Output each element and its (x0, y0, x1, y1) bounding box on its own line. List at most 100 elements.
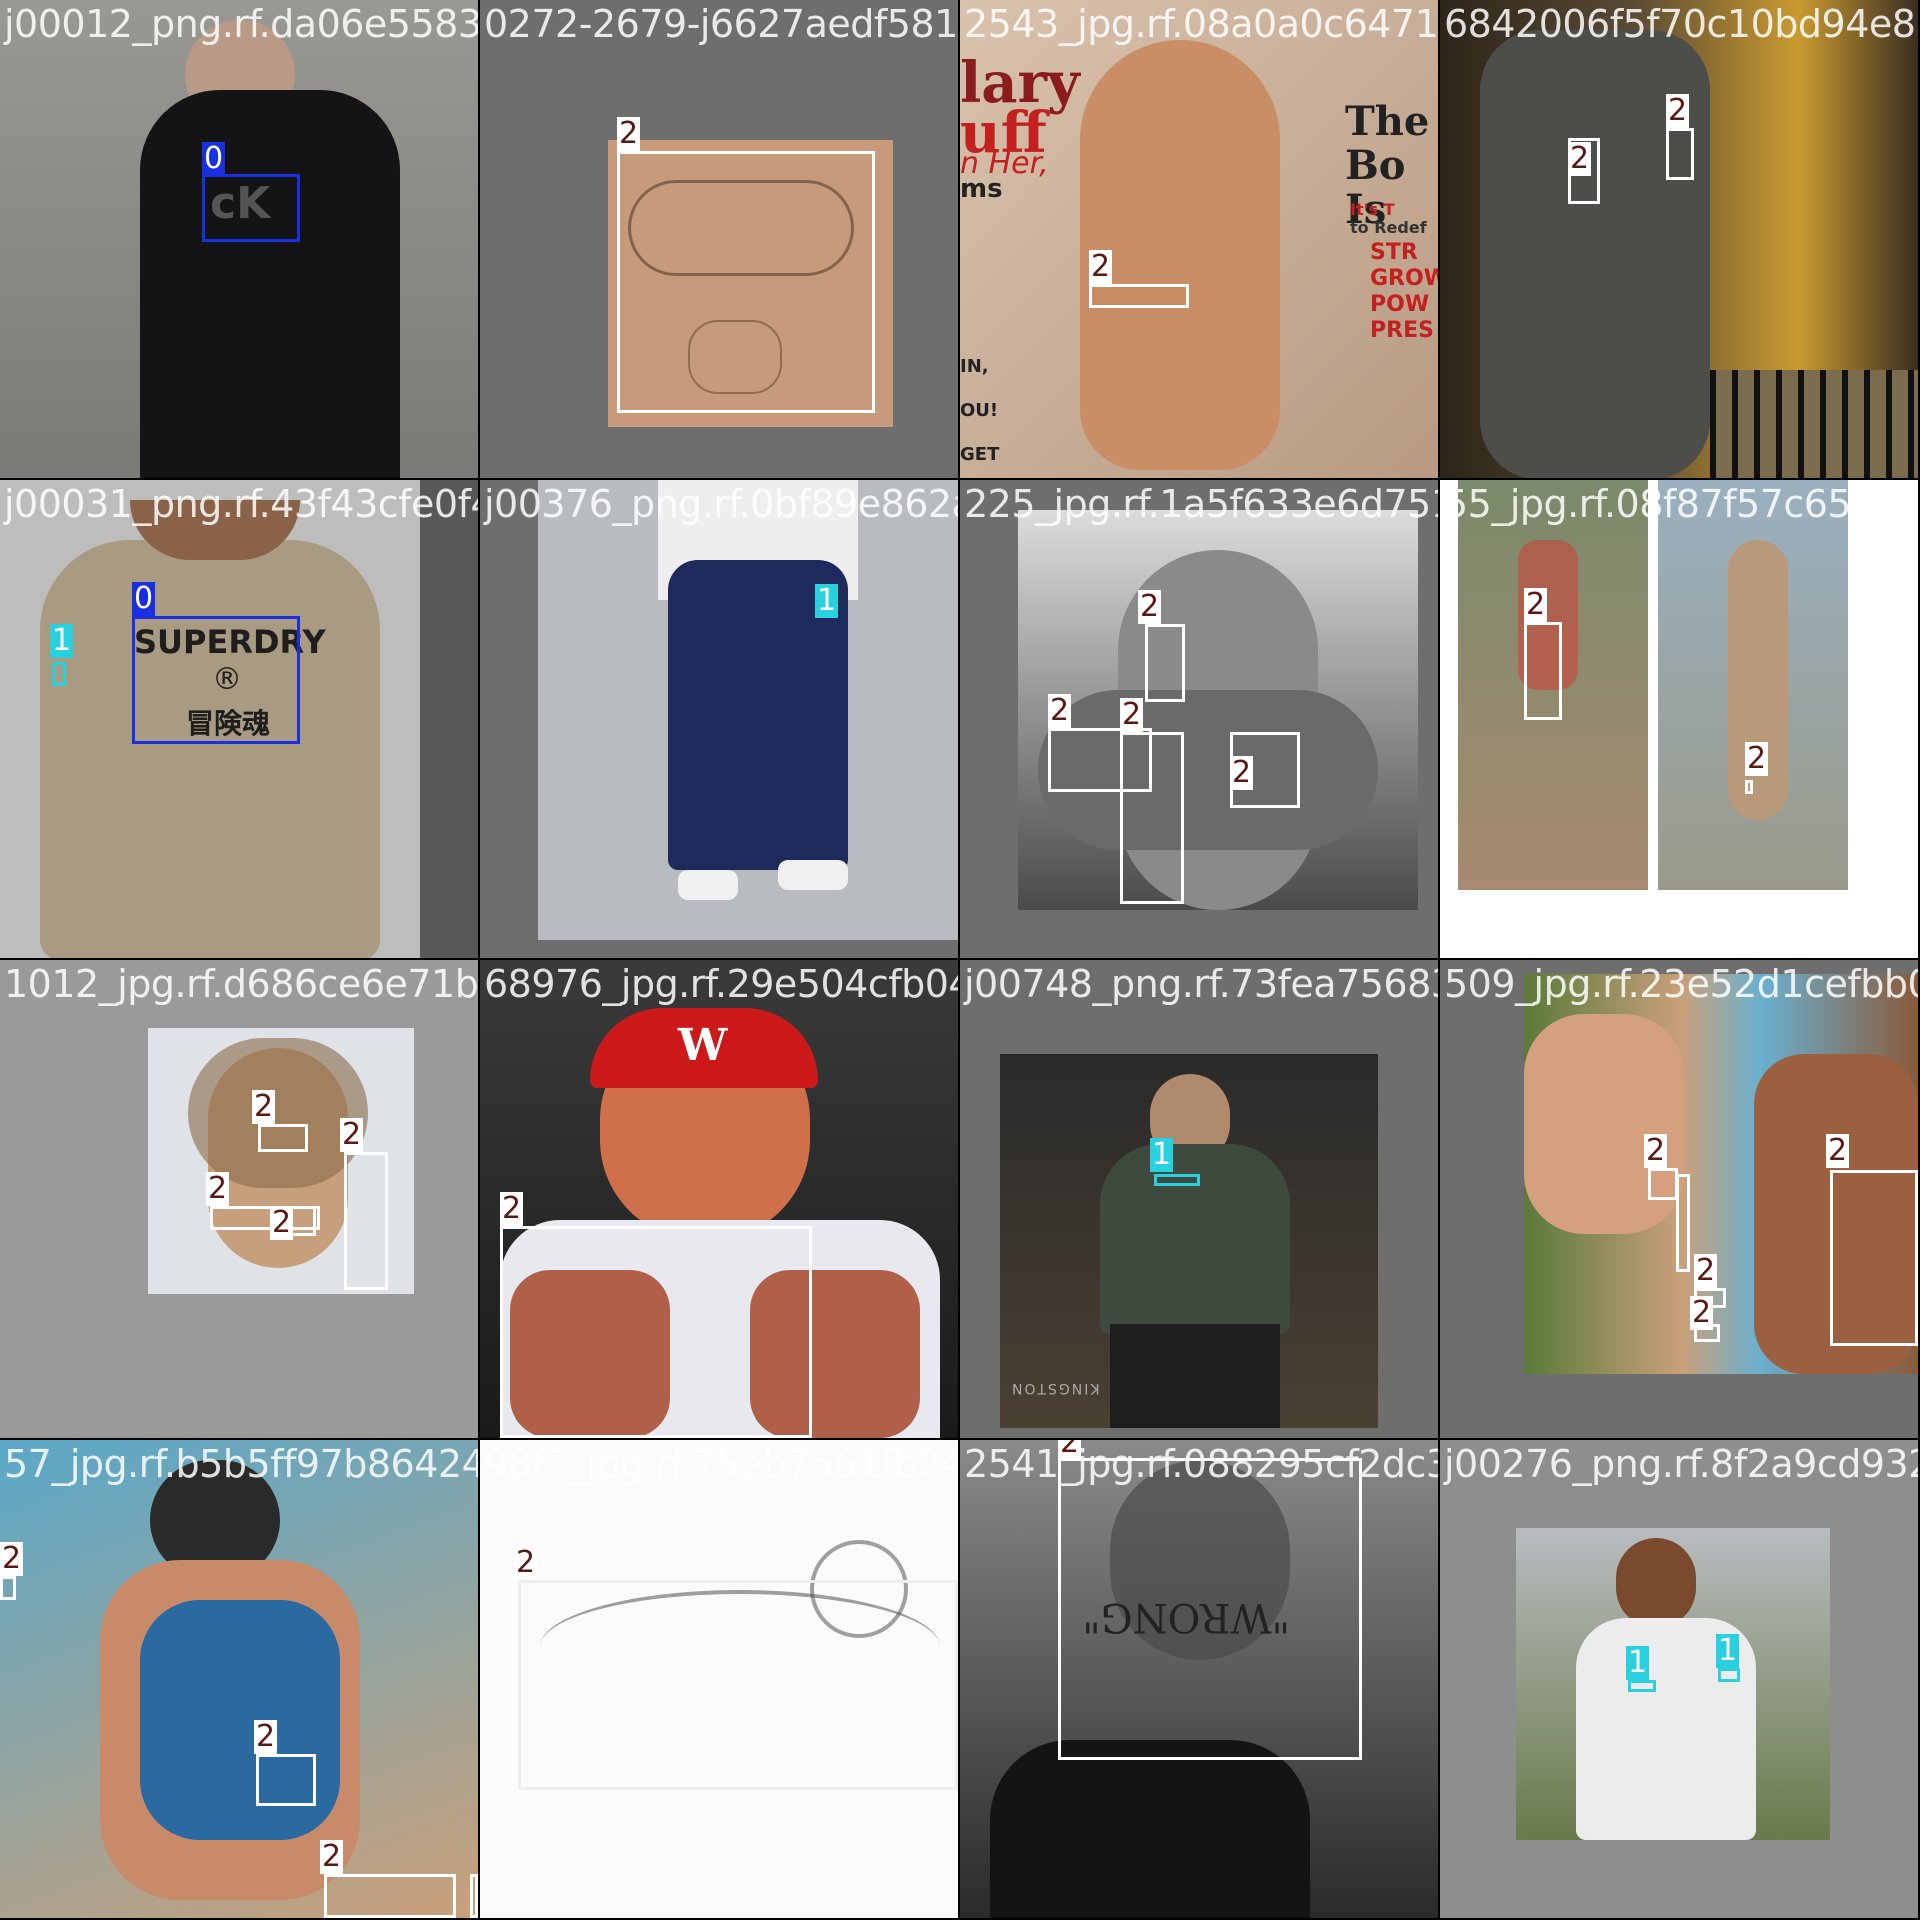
bbox-class0 (132, 616, 300, 744)
tile-10: W 2 68976_jpg.rf.29e504cfb04d8f5cj00748_… (480, 960, 958, 1438)
tile-6: 1 j00376_png.rf.0bf89e862a0bd225_jpg (480, 480, 958, 958)
tile-filename: j00276_png.rf.8f2a9cd93243 (1444, 1442, 1918, 1486)
tile-filename: 2541_jpg.rf.088295cf2dc3bbcj00276_png.rf… (964, 1442, 1438, 1486)
tile-filename: 98f5_jpg.rf.75eb7561fb2425c2541_jpg.rf.0… (484, 1442, 958, 1486)
bbox-class2 (617, 151, 875, 413)
magazine-line4: ms (960, 174, 1003, 204)
bbox-class2 (1830, 1170, 1918, 1346)
magazine-tag1: It's T (1350, 200, 1395, 219)
photo-tattoo-bw (1018, 510, 1418, 910)
bbox-label: 2 (1694, 1253, 1718, 1288)
tile-filename: j00376_png.rf.0bf89e862a0bd225_jpg (484, 482, 958, 526)
tile-filename: 55_jpg.rf.08f87f57c658d0e (1444, 482, 1918, 526)
bbox-class1 (52, 662, 66, 686)
tile-9: 2 2 2 2 1012_jpg.rf.d686ce6e71b6968976_j… (0, 960, 478, 1438)
bbox-label: 0 (132, 581, 156, 616)
tile-2: 2 0272-2679-j6627aedf58195354_jpg.rf.05e… (480, 0, 958, 478)
tile-4: 2 2 6842006f5f70c10bd94e81 (1440, 0, 1918, 478)
magazine-tag2: to Redef (1350, 218, 1427, 237)
photo-magazine-cover: lary uff n Her, ms The Bo Is It's T to R… (960, 0, 1438, 478)
bbox-label: 1 (815, 583, 839, 618)
tile-11: KINGSTON 1 j00748_png.rf.73fea756830850c… (960, 960, 1438, 1438)
bbox-label: 2 (1568, 141, 1592, 176)
photo-street (1658, 480, 1848, 890)
photo-track-jacket (1516, 1528, 1830, 1840)
tile-12: 2 2 2 2 509_jpg.rf.23e52d1cefbb07f65 (1440, 960, 1918, 1438)
bbox-label: 2 (1666, 93, 1690, 128)
tile-15: "WRONG" 2 2541_jpg.rf.088295cf2dc3bbcj00… (960, 1440, 1438, 1918)
bbox-label: 2 (1745, 741, 1769, 776)
bbox-class2 (256, 1754, 316, 1806)
bbox-class1 (1628, 1680, 1656, 1692)
bbox-class2 (1120, 732, 1184, 904)
bbox-class2 (1676, 1174, 1690, 1272)
bbox-label: 2 (1230, 755, 1254, 790)
bbox-label: 2 (206, 1171, 230, 1206)
bbox-label: 2 (500, 1191, 524, 1226)
bbox-class2 (518, 1580, 958, 1790)
bbox-label: 2 (340, 1117, 364, 1152)
bbox-class2 (1524, 622, 1562, 720)
bbox-class2 (470, 1874, 478, 1918)
tile-14: 2 98f5_jpg.rf.75eb7561fb2425c2541_jpg.rf… (480, 1440, 958, 1918)
tile-filename: 57_jpg.rf.b5b5ff97b864247598f5_jpg.rf.75… (4, 1442, 478, 1486)
bbox-class2 (344, 1152, 388, 1290)
tile-13: 2 2 2 57_jpg.rf.b5b5ff97b864247598f5_jpg… (0, 1440, 478, 1918)
bbox-label: 1 (1716, 1633, 1740, 1668)
photo-track-pants (538, 480, 958, 940)
bbox-label: 2 (1048, 693, 1072, 728)
tile-filename: j00012_png.rf.da06e5583820273-2679-j6627… (4, 2, 478, 46)
tile-5: SUPERDRY ® 冒険魂 0 1 j00031_png.rf.43f43cf… (0, 480, 478, 958)
bbox-label: 2 (1690, 1295, 1714, 1330)
kingston-label: KINGSTON (1010, 1380, 1100, 1396)
bbox-label: 2 (617, 116, 641, 151)
bbox-class2 (1089, 284, 1189, 308)
bbox-label: 2 (1826, 1133, 1850, 1168)
bbox-class2 (324, 1874, 456, 1918)
bbox-label: 2 (320, 1839, 344, 1874)
bbox-class2 (1145, 624, 1185, 702)
tile-filename: 1012_jpg.rf.d686ce6e71b6968976_jpg.rf.29… (4, 962, 478, 1006)
tile-filename: 0272-2679-j6627aedf58195354_jpg.rf.05e55 (484, 2, 958, 46)
photo-hug (1440, 0, 1918, 478)
tile-7: 2 2 2 2 225_jpg.rf.1a5f633e6d751855_jpg.… (960, 480, 1438, 958)
tile-3: lary uff n Her, ms The Bo Is It's T to R… (960, 0, 1438, 478)
bbox-class1 (1718, 1668, 1740, 1682)
bbox-class2 (500, 1226, 812, 1438)
bbox-label: 2 (270, 1205, 294, 1240)
bbox-class1 (1154, 1174, 1200, 1186)
cap-logo: W (678, 1020, 728, 1071)
bbox-label: 2 (1524, 587, 1548, 622)
bbox-class2 (258, 1124, 308, 1152)
bbox-label: 1 (1626, 1645, 1650, 1680)
bbox-label: 2 (254, 1719, 278, 1754)
tile-16: 1 1 j00276_png.rf.8f2a9cd93243 (1440, 1440, 1918, 1918)
tile-8: 2 2 55_jpg.rf.08f87f57c658d0e (1440, 480, 1918, 958)
tile-filename: 68976_jpg.rf.29e504cfb04d8f5cj00748_png.… (484, 962, 958, 1006)
bbox-label: 1 (1150, 1137, 1174, 1172)
photo-reclining-woman (0, 1440, 478, 1918)
bbox-label: 1 (50, 623, 74, 658)
image-mosaic: cK 0 j00012_png.rf.da06e5583820273-2679-… (0, 0, 1920, 1920)
bbox-class2 (1648, 1168, 1678, 1200)
magazine-str: STR GROWT POW PRES (1370, 240, 1438, 343)
tile-filename: 6842006f5f70c10bd94e81 (1444, 2, 1918, 46)
bbox-label: 2 (1138, 589, 1162, 624)
bbox-class2 (1058, 1458, 1362, 1760)
bbox-label: 0 (202, 141, 226, 176)
tile-filename: 2543_jpg.rf.08a0a0c647139656842006f5f0c1… (964, 2, 1438, 46)
photo-hoodie-man: KINGSTON (1000, 1054, 1378, 1428)
bbox-label: 2 (514, 1545, 538, 1580)
bbox-label: 2 (252, 1089, 276, 1124)
tile-filename: 509_jpg.rf.23e52d1cefbb07f65 (1444, 962, 1918, 1006)
bbox-label: 2 (0, 1541, 24, 1576)
tile-filename: j00031_png.rf.43f43cfe0f4c8b00376_png.rf… (4, 482, 478, 526)
tile-1: cK 0 j00012_png.rf.da06e5583820273-2679-… (0, 0, 478, 478)
tile-filename: 225_jpg.rf.1a5f633e6d751855_jpg.rf.08f05… (964, 482, 1438, 526)
bbox-label: 2 (1644, 1133, 1668, 1168)
bbox-label: 2 (1089, 249, 1113, 284)
tile-filename: j00748_png.rf.73fea756830850c_jpg.rf.23e… (964, 962, 1438, 1006)
bbox-class2 (0, 1576, 16, 1600)
bbox-class2 (1666, 128, 1694, 180)
bbox-label: 2 (1120, 697, 1144, 732)
